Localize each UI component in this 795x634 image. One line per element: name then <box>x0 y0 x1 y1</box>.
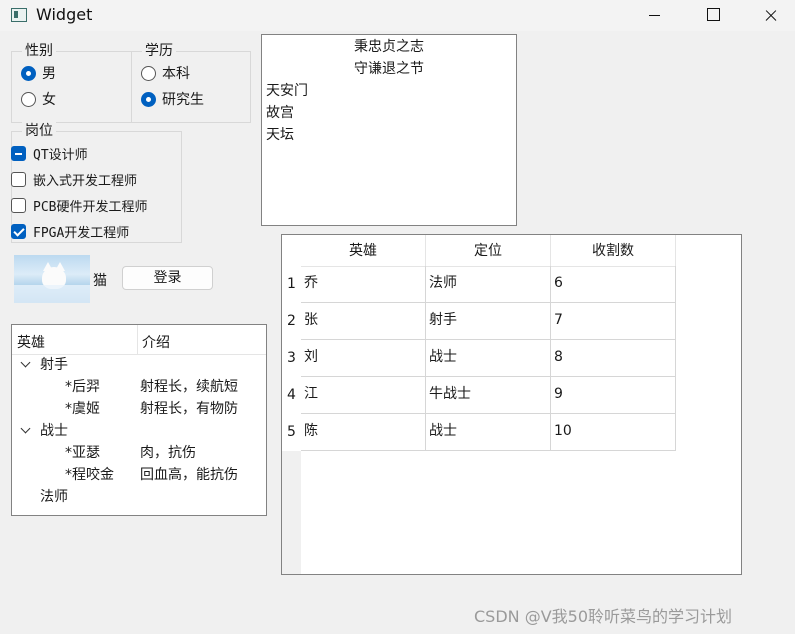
radio-label: 女 <box>42 92 56 108</box>
chevron-down-icon[interactable] <box>20 423 31 434</box>
image-label: 猫 <box>93 273 107 289</box>
radio-indicator <box>21 65 36 81</box>
radio-indicator <box>141 91 156 107</box>
radio-label: 本科 <box>162 66 190 82</box>
table-cell[interactable]: 牛战士 <box>426 377 551 414</box>
tree-item-yuji[interactable]: *虞姬 射程长，有物防 <box>12 398 266 420</box>
tree-item-archer[interactable]: 射手 <box>12 354 266 376</box>
text-line-centered: 秉忠贞之志 <box>354 39 424 55</box>
tree-header-intro: 介绍 <box>142 335 170 351</box>
tree-item-mage[interactable]: 法师 <box>12 486 266 508</box>
checkbox-indicator <box>11 171 26 187</box>
gender-female-radio[interactable]: 女 <box>21 89 56 109</box>
education-graduate-radio[interactable]: 研究生 <box>141 89 204 109</box>
table-row-header[interactable]: 4 <box>282 377 301 414</box>
text-line: 天安门 <box>266 83 308 99</box>
text-view[interactable]: 秉忠贞之志 守谦退之节 天安门 故宫 天坛 <box>261 34 517 226</box>
hero-tree[interactable]: 英雄 介绍 射手 *后羿 射程长，续航短 *虞姬 射程长，有物防 战士 *亚瑟 … <box>11 324 267 516</box>
table-cell[interactable]: 战士 <box>426 340 551 377</box>
table-cell[interactable]: 8 <box>551 340 676 377</box>
radio-indicator <box>141 65 156 81</box>
position-embedded-checkbox[interactable]: 嵌入式开发工程师 <box>11 169 137 189</box>
position-qt-designer-checkbox[interactable]: QT设计师 <box>11 143 88 163</box>
gender-male-radio[interactable]: 男 <box>21 63 56 83</box>
table-cell[interactable]: 战士 <box>426 414 551 451</box>
checkbox-label: 嵌入式开发工程师 <box>33 173 138 189</box>
tree-item-label: 战士 <box>40 423 68 439</box>
table-header-kills[interactable]: 收割数 <box>551 235 676 267</box>
text-line: 天坛 <box>266 127 294 143</box>
tree-item-houyi[interactable]: *后羿 射程长，续航短 <box>12 376 266 398</box>
gender-group-title: 性别 <box>22 42 56 60</box>
text-line-centered: 守谦退之节 <box>354 61 424 77</box>
radio-indicator <box>21 91 36 107</box>
table-cell[interactable]: 6 <box>551 266 676 303</box>
table-row-header[interactable]: 3 <box>282 340 301 377</box>
checkbox-indicator <box>11 223 26 239</box>
text-line: 故宫 <box>266 105 294 121</box>
tree-item-desc: 射程长，有物防 <box>140 401 238 417</box>
table-cell[interactable]: 江 <box>301 377 426 414</box>
table-cell[interactable]: 法师 <box>426 266 551 303</box>
tree-item-label: *后羿 <box>65 379 100 395</box>
position-group-title: 岗位 <box>22 122 56 140</box>
education-bachelor-radio[interactable]: 本科 <box>141 63 190 83</box>
checkbox-label: QT设计师 <box>33 147 88 163</box>
tree-item-desc: 回血高，能抗伤 <box>140 467 238 483</box>
title-bar: Widget <box>0 0 795 31</box>
tree-item-label: *亚瑟 <box>65 445 100 461</box>
tree-header-hero: 英雄 <box>17 335 45 351</box>
minimize-button[interactable] <box>625 0 683 31</box>
tree-item-label: *虞姬 <box>65 401 100 417</box>
table-corner[interactable] <box>282 235 301 267</box>
table-row-header[interactable]: 2 <box>282 303 301 340</box>
tree-header: 英雄 介绍 <box>12 325 266 355</box>
table-header-role[interactable]: 定位 <box>426 235 551 267</box>
window-title: Widget <box>36 5 93 24</box>
tree-item-chengyaojin[interactable]: *程咬金 回血高，能抗伤 <box>12 464 266 486</box>
tree-item-label: 法师 <box>40 489 68 505</box>
chevron-down-icon[interactable] <box>20 357 31 368</box>
table-header-hero[interactable]: 英雄 <box>301 235 426 267</box>
app-icon <box>11 8 27 22</box>
position-fpga-checkbox[interactable]: FPGA开发工程师 <box>11 221 129 241</box>
tree-item-desc: 射程长，续航短 <box>140 379 238 395</box>
education-group-title: 学历 <box>142 42 176 60</box>
tree-item-warrior[interactable]: 战士 <box>12 420 266 442</box>
table-cell[interactable]: 陈 <box>301 414 426 451</box>
table-cell[interactable]: 乔 <box>301 266 426 303</box>
tree-item-label: 射手 <box>40 357 68 373</box>
checkbox-indicator <box>11 145 26 161</box>
radio-label: 男 <box>42 66 56 82</box>
table-cell[interactable]: 射手 <box>426 303 551 340</box>
education-group: 学历 <box>131 42 251 123</box>
checkbox-label: FPGA开发工程师 <box>33 225 130 241</box>
tree-item-arthur[interactable]: *亚瑟 肉，抗伤 <box>12 442 266 464</box>
gender-group: 性别 <box>11 42 132 123</box>
table-cell[interactable]: 9 <box>551 377 676 414</box>
table-cell[interactable]: 7 <box>551 303 676 340</box>
login-button[interactable]: 登录 <box>122 266 213 290</box>
watermark: CSDN @V我50聆听菜鸟的学习计划 <box>474 607 733 626</box>
tree-item-desc: 肉，抗伤 <box>140 445 196 461</box>
hero-table[interactable]: 英雄 定位 收割数 1 乔 法师 6 2 张 射手 7 3 刘 战士 8 4 江… <box>281 234 742 575</box>
position-pcb-checkbox[interactable]: PCB硬件开发工程师 <box>11 195 147 215</box>
close-button[interactable] <box>741 0 795 31</box>
checkbox-label: PCB硬件开发工程师 <box>33 199 148 215</box>
checkbox-indicator <box>11 197 26 213</box>
maximize-button[interactable] <box>683 0 741 31</box>
table-cell[interactable]: 10 <box>551 414 676 451</box>
tree-item-label: *程咬金 <box>65 467 114 483</box>
table-cell[interactable]: 刘 <box>301 340 426 377</box>
radio-label: 研究生 <box>162 92 204 108</box>
table-cell[interactable]: 张 <box>301 303 426 340</box>
table-row-header[interactable]: 5 <box>282 414 301 451</box>
table-row-header[interactable]: 1 <box>282 266 301 303</box>
cat-image <box>14 255 90 303</box>
